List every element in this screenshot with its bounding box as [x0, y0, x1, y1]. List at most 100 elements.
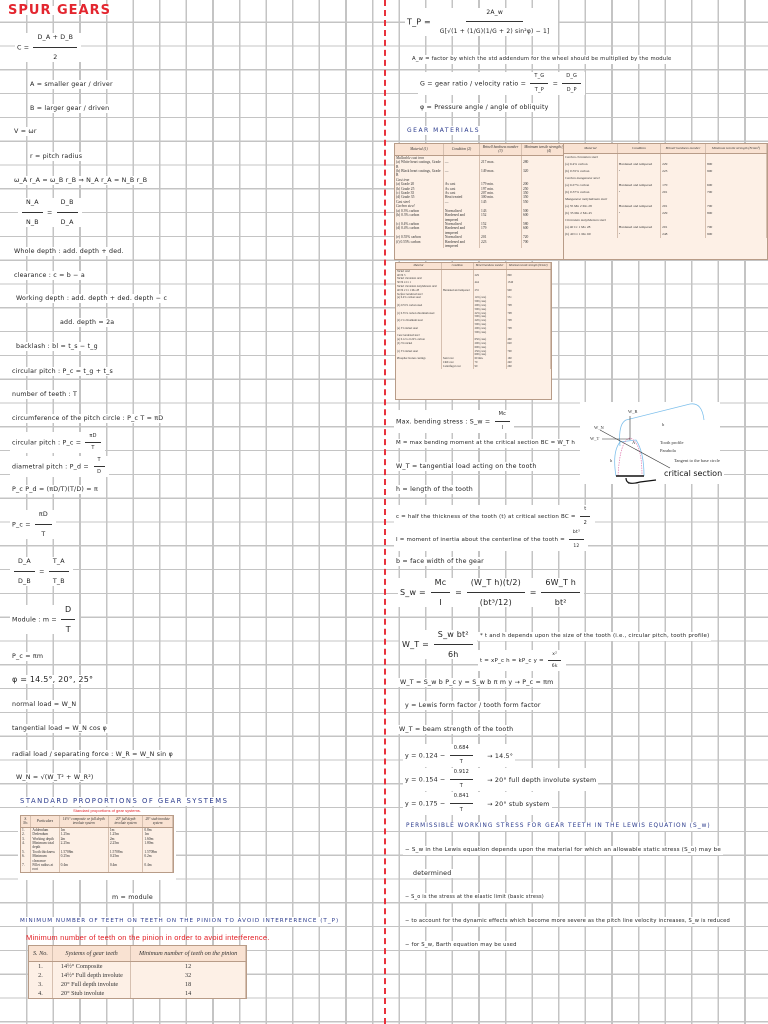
denominator: T_B	[52, 578, 65, 585]
note-line: − for S_w, Barth equation may be used	[403, 941, 519, 950]
formula-lhs: W_T =	[402, 640, 430, 649]
table-row: (b) 0.55% carbon " 223 900	[564, 168, 768, 175]
table-cell: 1.80m	[142, 841, 173, 850]
note-line: W_N = √(W_T² + W_R²)	[14, 773, 96, 782]
note-line: A = smaller gear / driver	[28, 80, 115, 89]
note-line: W_T = S_w b P_c y = S_w b π m y → P_c = …	[398, 678, 556, 687]
table-cell: 170	[660, 182, 706, 189]
table-cell	[660, 196, 706, 203]
note-line: h = length of the tooth	[394, 485, 475, 494]
numerator: (W_T h)(t/2)	[466, 578, 525, 593]
denominator: T	[459, 783, 464, 789]
table-cell	[617, 217, 662, 224]
max-bending-stress-formula: Max. bending stress : S_w = Mc I	[394, 410, 515, 433]
table-cell: (b) 35 Mn 2 Mo 45	[564, 210, 618, 217]
table-cell: (a) 35 Mn 2 Mo 28	[564, 203, 618, 210]
table-cell: Chromium molybdenum steel	[564, 217, 618, 224]
numerator: D_A	[14, 557, 35, 572]
column-header: Condition	[617, 144, 662, 154]
table-cell: (b) Black heart castings, Grade B	[395, 169, 444, 178]
table-cell: 4.	[21, 841, 32, 850]
table-cell	[660, 175, 706, 182]
lewis-factor-20-full: y = 0.154 − 0.912 T → 20° full depth invo…	[403, 768, 599, 791]
label-wt: W_T	[590, 436, 599, 441]
table-row: Centrifugal cast 90 260	[396, 364, 551, 369]
table-cell: 600	[705, 182, 768, 189]
note-line: Working depth : add. depth + ded. depth …	[14, 294, 170, 303]
equals: =	[46, 209, 53, 217]
note-line: backlash : bl = t_s − t_g	[14, 342, 100, 351]
denominator: N_B	[26, 219, 39, 226]
denominator: 6h	[448, 650, 459, 659]
column-header: 20° stub involute system	[142, 816, 173, 828]
table-cell: (b) 0.3% carbon	[395, 213, 444, 222]
table-row: (a) 0.27% carbon Hardened and tempered 170…	[564, 182, 768, 189]
table-cell: 0.25m	[59, 854, 109, 864]
table-cell	[705, 196, 768, 203]
table-row: (a) 40 Cr 1 Mo 28 Hardened and tempered 20…	[564, 224, 768, 231]
note-line: − S_o is the stress at the elastic limit…	[403, 893, 546, 902]
table-cell: 700	[705, 224, 768, 231]
numerator: πD	[34, 510, 52, 525]
table-row: Chromium molybdenum steel	[564, 217, 768, 224]
denominator: D_P	[566, 87, 577, 93]
table-cell: 90	[473, 364, 507, 369]
section-heading: MINIMUM NUMBER OF TEETH ON TEETH ON THE …	[18, 917, 342, 926]
denominator: D_A	[60, 219, 74, 226]
table-cell: —	[443, 169, 481, 178]
table-cell: Manganese molybdenum steel	[564, 196, 618, 203]
table-cell: Centrifugal cast	[441, 364, 474, 369]
section-heading: GEAR MATERIALS	[405, 126, 483, 135]
denominator: 6k	[551, 664, 558, 669]
column-header: Minimum number of teeth on the pinion	[130, 946, 246, 962]
tooth-profile-shape	[614, 439, 645, 477]
speed-ratio-formula: N_A N_B = D_B D_A	[18, 198, 82, 227]
note-line: − S_w in the Lewis equation depends upon…	[403, 846, 723, 855]
denominator: D_B	[18, 578, 31, 585]
note: → 20° full depth involute system	[487, 776, 597, 784]
table-cell: 0.4m	[108, 863, 144, 872]
equals: =	[455, 588, 462, 597]
table-cell: (a) White heart castings, Grade B	[395, 160, 444, 170]
note-line: V = ωr	[12, 127, 39, 136]
formula-lhs: y = 0.154 −	[405, 776, 446, 784]
formula-lhs: G = gear ratio / velocity ratio =	[420, 80, 527, 88]
label-h: h	[610, 458, 613, 463]
note-line: tangential load = W_N cos φ	[10, 724, 109, 733]
column-header: Systems of gear teeth	[52, 946, 132, 962]
numerator: 0.841	[449, 792, 474, 804]
column-header: 20° full depth involute system	[108, 816, 144, 828]
table-header-row: Material (1) Condition (2) Brinell hardnes…	[395, 144, 578, 156]
table-cell: 14½° Full depth involute	[52, 971, 132, 980]
table-row: (d) 0.4% carbon Hardened and tempered 179 6…	[395, 226, 578, 236]
formula-lhs: t = xP_c h = kP_c y =	[480, 658, 544, 664]
denominator: G[√(1 + (1/G)(1/G + 2) sin²φ) − 1]	[439, 28, 550, 35]
note-line: M = max bending moment at the critical s…	[394, 439, 578, 448]
table-cell: Fillet radius at root	[30, 863, 60, 872]
denominator: bt²	[554, 598, 567, 607]
table-row: (b) Black heart castings, Grade B —149 ma…	[395, 169, 578, 178]
table-cell: 2.	[29, 971, 53, 980]
table-cell: 800	[705, 210, 768, 217]
center-distance-formula: C = D_A + D_B 2	[15, 33, 82, 62]
column-header: Material	[564, 144, 618, 154]
denominator: T_P	[534, 87, 544, 93]
label-wn: W_N	[594, 425, 604, 430]
numerator: D	[61, 605, 76, 620]
equals: =	[529, 588, 537, 597]
denominator: I	[439, 598, 442, 607]
table-header-row: S. No. Systems of gear teeth Minimum numbe…	[29, 946, 246, 962]
label-critical-section: critical section	[662, 469, 725, 479]
note-line: circumference of the pitch circle : P_c …	[10, 414, 166, 423]
denominator: 12	[573, 544, 580, 549]
note-line: determined	[411, 869, 454, 878]
table-row: 3. 20° Full depth involute 18	[29, 980, 246, 989]
table-cell	[617, 153, 662, 161]
pc-formula: P_c = πD T	[10, 510, 56, 539]
gear-materials-table-1: Material (1) Condition (2) Brinell hardnes…	[394, 143, 578, 260]
table-cell: 248	[660, 231, 706, 238]
column-header: 14½° composite or full depth involute sy…	[59, 816, 109, 828]
formula-lhs: T_P =	[407, 17, 431, 27]
note-line: b = face width of the gear	[394, 557, 486, 566]
tp-formula: T_P = 2A_w G[√(1 + (1/G)(1/G + 2) sin²φ) …	[405, 8, 558, 36]
